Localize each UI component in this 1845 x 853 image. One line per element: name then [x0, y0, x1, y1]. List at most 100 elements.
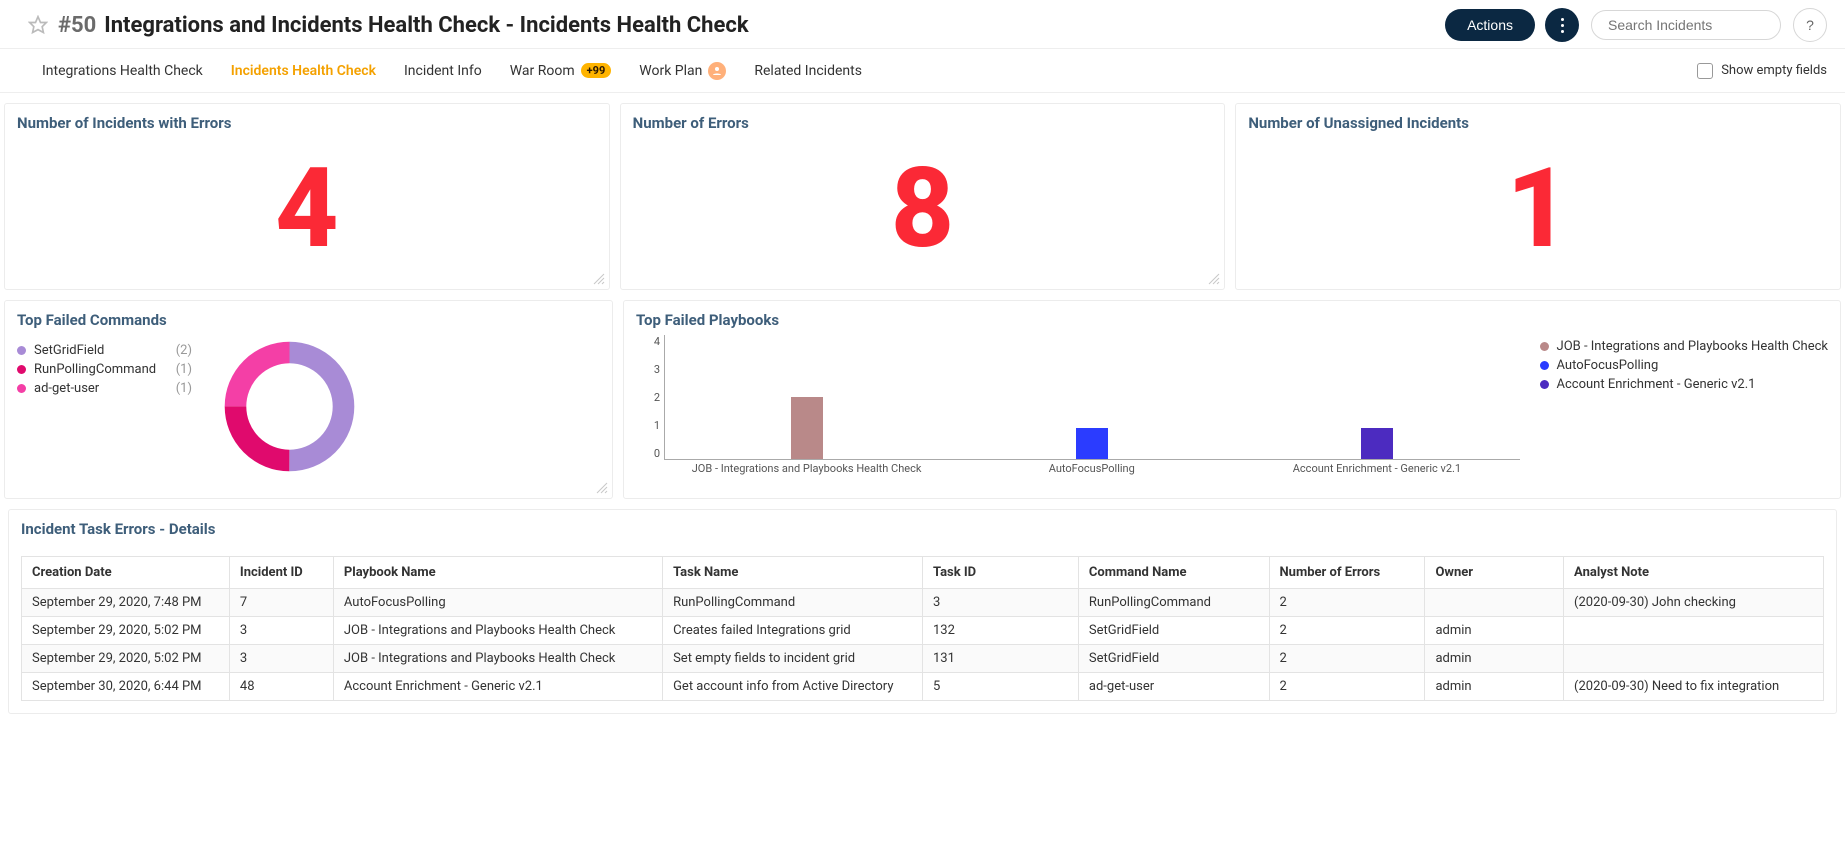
search-input[interactable] — [1591, 10, 1781, 40]
table-cell: September 29, 2020, 7:48 PM — [22, 589, 230, 617]
y-axis: 43210 — [636, 335, 664, 460]
incident-task-errors-table: Incident Task Errors - Details Creation … — [8, 509, 1837, 714]
y-tick: 2 — [654, 391, 660, 404]
legend-count: (2) — [176, 343, 192, 358]
page-title: Integrations and Incidents Health Check … — [104, 13, 748, 38]
top-failed-playbooks: Top Failed Playbooks 43210 JOB - Integra… — [623, 300, 1841, 499]
column-header[interactable]: Analyst Note — [1564, 557, 1824, 589]
chart-legend: JOB - Integrations and Playbooks Health … — [1540, 335, 1828, 396]
tab-integrations-health-check[interactable]: Integrations Health Check — [28, 49, 217, 92]
metric-value: 4 — [17, 138, 597, 281]
incident-number: #50 — [58, 13, 96, 38]
table-cell: 2 — [1269, 645, 1425, 673]
table-cell: September 30, 2020, 6:44 PM — [22, 673, 230, 701]
tab-label: Related Incidents — [754, 63, 862, 79]
legend-color-icon — [17, 346, 26, 355]
card-title: Top Failed Playbooks — [636, 311, 1828, 329]
tab-incidents-health-check[interactable]: Incidents Health Check — [217, 49, 390, 92]
errors-table: Creation DateIncident IDPlaybook NameTas… — [21, 556, 1824, 701]
badge: +99 — [581, 63, 612, 78]
page-header: #50 Integrations and Incidents Health Ch… — [0, 0, 1845, 49]
show-empty-label: Show empty fields — [1721, 63, 1827, 78]
table-cell: 3 — [922, 589, 1078, 617]
metric-unassigned-incidents: Number of Unassigned Incidents 1 — [1235, 103, 1841, 290]
x-axis-labels: JOB - Integrations and Playbooks Health … — [664, 462, 1520, 480]
metric-incidents-with-errors: Number of Incidents with Errors 4 — [4, 103, 610, 290]
checkbox-icon[interactable] — [1697, 63, 1713, 79]
show-empty-fields-toggle[interactable]: Show empty fields — [1697, 63, 1827, 79]
tab-war-room[interactable]: War Room +99 — [496, 49, 626, 92]
table-cell: RunPollingCommand — [1078, 589, 1269, 617]
column-header[interactable]: Number of Errors — [1269, 557, 1425, 589]
legend-label: AutoFocusPolling — [1557, 358, 1659, 373]
table-cell: 48 — [229, 673, 333, 701]
table-cell: JOB - Integrations and Playbooks Health … — [333, 645, 662, 673]
actions-button[interactable]: Actions — [1445, 9, 1535, 41]
tabs: Integrations Health Check Incidents Healt… — [0, 49, 1845, 93]
tab-related-incidents[interactable]: Related Incidents — [740, 49, 876, 92]
metric-value: 8 — [633, 138, 1213, 281]
table-cell: September 29, 2020, 5:02 PM — [22, 645, 230, 673]
table-cell — [1564, 645, 1824, 673]
top-failed-commands: Top Failed Commands SetGridField(2)RunPo… — [4, 300, 613, 499]
legend-color-icon — [17, 365, 26, 374]
legend-color-icon — [1540, 361, 1549, 370]
bar[interactable] — [791, 397, 823, 459]
user-avatar-icon — [708, 62, 726, 80]
chart-legend: SetGridField(2)RunPollingCommand(1)ad-ge… — [17, 339, 192, 400]
star-icon[interactable] — [28, 15, 48, 35]
column-header[interactable]: Task Name — [663, 557, 923, 589]
column-header[interactable]: Creation Date — [22, 557, 230, 589]
x-tick-label: AutoFocusPolling — [949, 462, 1234, 480]
legend-count: (1) — [176, 381, 192, 396]
legend-item[interactable]: SetGridField (2) — [17, 343, 192, 358]
y-tick: 4 — [654, 335, 660, 348]
column-header[interactable]: Command Name — [1078, 557, 1269, 589]
table-cell: Creates failed Integrations grid — [663, 617, 923, 645]
tab-label: Incidents Health Check — [231, 63, 376, 79]
legend-label: ad-get-user — [34, 381, 99, 396]
legend-count: (1) — [176, 362, 192, 377]
help-button[interactable]: ? — [1793, 8, 1827, 42]
table-cell: admin — [1425, 673, 1564, 701]
table-row[interactable]: September 29, 2020, 7:48 PM7AutoFocusPol… — [22, 589, 1824, 617]
tab-label: Incident Info — [404, 63, 482, 79]
table-cell: 131 — [922, 645, 1078, 673]
card-title: Number of Unassigned Incidents — [1248, 114, 1828, 132]
tab-label: War Room — [510, 63, 575, 79]
table-cell: SetGridField — [1078, 617, 1269, 645]
column-header[interactable]: Playbook Name — [333, 557, 662, 589]
table-cell: Set empty fields to incident grid — [663, 645, 923, 673]
legend-color-icon — [17, 384, 26, 393]
column-header[interactable]: Task ID — [922, 557, 1078, 589]
metric-number-of-errors: Number of Errors 8 — [620, 103, 1226, 290]
legend-item[interactable]: JOB - Integrations and Playbooks Health … — [1540, 339, 1828, 354]
donut-chart — [222, 339, 357, 474]
table-row[interactable]: September 30, 2020, 6:44 PM48Account Enr… — [22, 673, 1824, 701]
table-cell: ad-get-user — [1078, 673, 1269, 701]
legend-item[interactable]: AutoFocusPolling — [1540, 358, 1828, 373]
legend-label: RunPollingCommand — [34, 362, 156, 377]
card-title: Number of Errors — [633, 114, 1213, 132]
table-cell: admin — [1425, 617, 1564, 645]
card-title: Incident Task Errors - Details — [21, 520, 1824, 538]
tab-label: Work Plan — [639, 63, 702, 79]
tab-work-plan[interactable]: Work Plan — [625, 49, 740, 92]
column-header[interactable]: Owner — [1425, 557, 1564, 589]
legend-label: Account Enrichment - Generic v2.1 — [1557, 377, 1756, 392]
bar[interactable] — [1076, 428, 1108, 459]
more-menu-button[interactable] — [1545, 8, 1579, 42]
column-header[interactable]: Incident ID — [229, 557, 333, 589]
table-row[interactable]: September 29, 2020, 5:02 PM3JOB - Integr… — [22, 645, 1824, 673]
legend-label: JOB - Integrations and Playbooks Health … — [1557, 339, 1828, 354]
table-cell: AutoFocusPolling — [333, 589, 662, 617]
table-row[interactable]: September 29, 2020, 5:02 PM3JOB - Integr… — [22, 617, 1824, 645]
legend-item[interactable]: RunPollingCommand (1) — [17, 362, 192, 377]
legend-item[interactable]: Account Enrichment - Generic v2.1 — [1540, 377, 1828, 392]
legend-item[interactable]: ad-get-user (1) — [17, 381, 192, 396]
bar[interactable] — [1361, 428, 1393, 459]
tab-incident-info[interactable]: Incident Info — [390, 49, 496, 92]
legend-color-icon — [1540, 380, 1549, 389]
legend-label: SetGridField — [34, 343, 104, 358]
table-cell: 3 — [229, 645, 333, 673]
